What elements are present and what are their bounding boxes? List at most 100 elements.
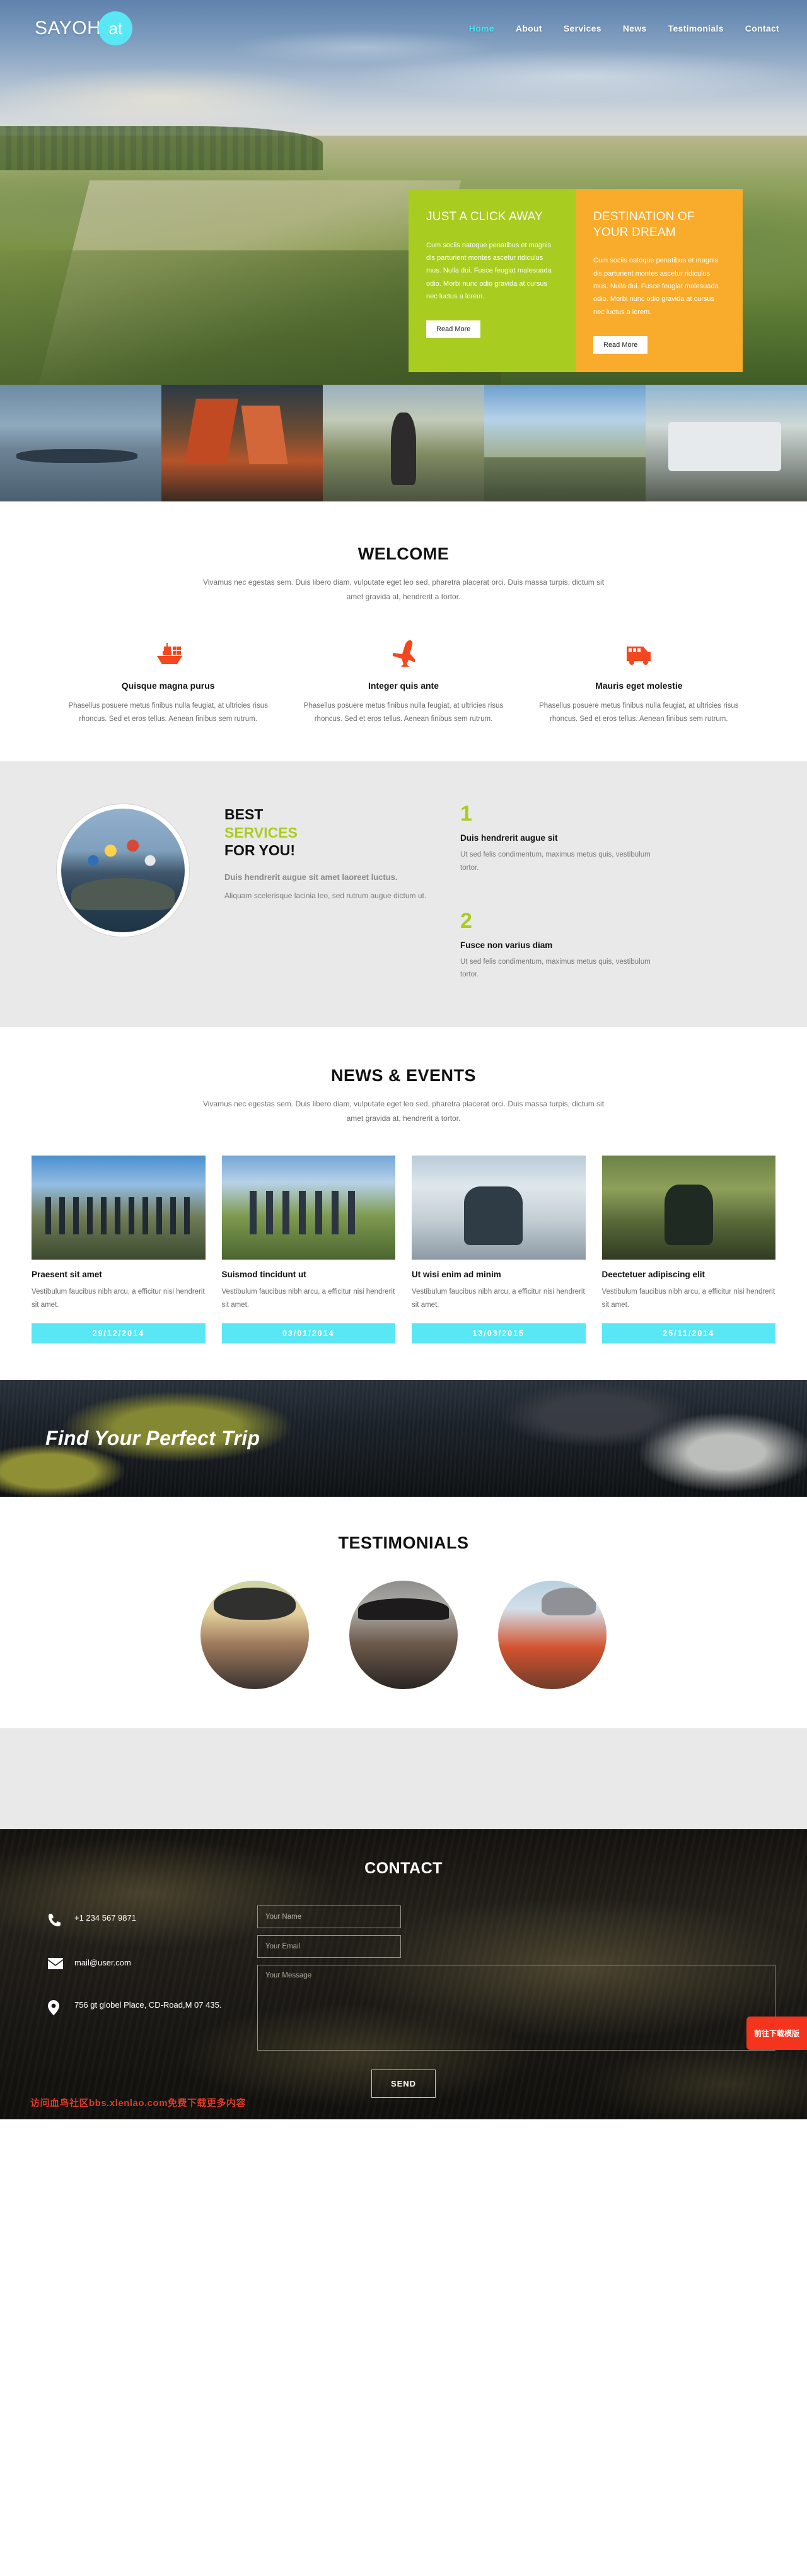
thumbnail-junk-boat[interactable]: [161, 385, 323, 501]
news-card-image: [412, 1155, 586, 1260]
bus-icon: [539, 638, 739, 667]
send-button[interactable]: SEND: [371, 2070, 436, 2099]
services-numbered-list: 1 Duis hendrerit augue sit Ut sed felis …: [460, 800, 668, 981]
feature-title: Mauris eget molestie: [595, 680, 683, 691]
news-card-title: Suismod tincidunt ut: [221, 1269, 306, 1279]
hero-thumbnail-strip: [0, 385, 807, 501]
services-rafting-photo: [57, 804, 189, 937]
services-heading-line2: SERVICES: [224, 824, 298, 841]
news-card[interactable]: Praesent sit amet Vestibulum faucibus ni…: [32, 1155, 206, 1344]
trip-banner-title: Find Your Perfect Trip: [45, 1427, 260, 1450]
contact-info-phone: +1 234 567 9871: [48, 1912, 240, 1930]
news-card-title: Praesent sit amet: [32, 1269, 102, 1279]
news-card-body: Vestibulum faucibus nibh arcu, a efficit…: [601, 1287, 775, 1309]
avatar[interactable]: [200, 1581, 309, 1690]
contact-phone-value: +1 234 567 9871: [74, 1913, 136, 1923]
services-item-number: 2: [460, 908, 472, 933]
news-card-date-badge[interactable]: 13/03/2015: [412, 1323, 586, 1344]
avatar[interactable]: [498, 1581, 607, 1690]
news-card[interactable]: Deectetuer adipiscing elit Vestibulum fa…: [601, 1155, 775, 1344]
hero-section: SAYOH at Home About Services News Testim…: [0, 0, 807, 385]
avatar[interactable]: [349, 1581, 458, 1690]
hero-treeline: [0, 126, 323, 170]
feature-title: Integer quis ante: [368, 680, 439, 691]
promo-card-green: JUST A CLICK AWAY Cum sociis natoque pen…: [409, 189, 576, 372]
services-section: BEST SERVICES FOR YOU! Duis hendrerit au…: [0, 761, 807, 1027]
download-template-badge[interactable]: 前往下载模版: [746, 2017, 807, 2051]
name-field[interactable]: [257, 1906, 401, 1929]
services-item-title: Fusce non varius diam: [460, 940, 553, 950]
news-card-body: Vestibulum faucibus nibh arcu, a efficit…: [32, 1287, 205, 1309]
services-item-body: Ut sed felis condimentum, maximus metus …: [460, 851, 651, 872]
services-body: Aliquam scelerisque lacinia leo, sed rut…: [224, 891, 427, 901]
services-item-number: 1: [460, 802, 472, 826]
services-list-item-1: 1 Duis hendrerit augue sit Ut sed felis …: [460, 803, 668, 874]
thumbnail-rowing-boat[interactable]: [0, 385, 161, 501]
site-watermark: 访问血鸟社区bbs.xlenlao.com免费下载更多内容: [30, 2098, 247, 2109]
testimonials-title: TESTIMONIALS: [338, 1533, 469, 1553]
site-logo[interactable]: SAYOH at: [35, 11, 133, 45]
services-heading: BEST SERVICES FOR YOU!: [224, 805, 460, 860]
message-field[interactable]: [257, 1965, 775, 2051]
welcome-title: WELCOME: [357, 544, 450, 563]
news-card-grid: Praesent sit amet Vestibulum faucibus ni…: [32, 1155, 775, 1344]
feature-card-3: Mauris eget molestie Phasellus posuere m…: [521, 638, 757, 727]
nav-item-services[interactable]: Services: [564, 23, 601, 33]
thumbnail-mountain-road[interactable]: [484, 385, 646, 501]
main-navigation: Home About Services News Testimonials Co…: [469, 23, 779, 33]
contact-title: CONTACT: [364, 1859, 443, 1878]
gray-spacer-block: [0, 1728, 807, 1830]
news-title: NEWS & EVENTS: [330, 1066, 477, 1086]
thumbnail-tour-bus[interactable]: [646, 385, 807, 501]
news-card-image: [221, 1155, 395, 1260]
feature-row: Quisque magna purus Phasellus posuere me…: [50, 638, 757, 727]
nav-item-contact[interactable]: Contact: [745, 23, 779, 33]
site-header: SAYOH at Home About Services News Testim…: [0, 0, 807, 57]
contact-info-list: +1 234 567 9871 mail@user.com 756 gt glo…: [32, 1906, 240, 2051]
nav-item-news[interactable]: News: [623, 23, 647, 33]
contact-form: [240, 1906, 775, 2051]
news-card-date-badge[interactable]: 29/12/2014: [32, 1323, 206, 1344]
nav-item-home[interactable]: Home: [469, 23, 494, 33]
nav-item-about[interactable]: About: [516, 23, 542, 33]
news-card-date-badge[interactable]: 25/11/2014: [601, 1323, 775, 1344]
logo-text: SAYOH: [35, 18, 102, 38]
contact-info-address: 756 gt globel Place, CD-Road,M 07 435.: [48, 1999, 240, 2018]
news-card-body: Vestibulum faucibus nibh arcu, a efficit…: [412, 1287, 585, 1309]
promo-title: JUST A CLICK AWAY: [426, 210, 543, 223]
news-card-image: [32, 1155, 206, 1260]
phone-icon: [48, 1912, 74, 1930]
contact-section: CONTACT +1 234 567 9871 mail@user.com 75…: [0, 1829, 807, 2120]
services-lead: Duis hendrerit augue sit amet laoreet lu…: [224, 872, 398, 882]
promo-body: Cum sociis natoque penatibus et magnis d…: [593, 257, 719, 316]
services-heading-line1: BEST: [224, 806, 264, 823]
promo-body: Cum sociis natoque penatibus et magnis d…: [426, 241, 552, 301]
ship-icon: [68, 638, 268, 667]
feature-card-2: Integer quis ante Phasellus posuere metu…: [286, 638, 521, 727]
services-heading-line3: FOR YOU!: [224, 842, 296, 859]
nav-item-testimonials[interactable]: Testimonials: [668, 23, 724, 33]
promo-card-orange: DESTINATION OF YOUR DREAM Cum sociis nat…: [576, 189, 743, 372]
welcome-subtitle: Vivamus nec egestas sem. Duis libero dia…: [202, 578, 605, 602]
news-card-title: Deectetuer adipiscing elit: [601, 1269, 705, 1279]
testimonial-avatar-row: [0, 1581, 807, 1690]
logo-badge: at: [98, 11, 133, 45]
news-subtitle: Vivamus nec egestas sem. Duis libero dia…: [202, 1099, 605, 1123]
contact-info-email: mail@user.com: [48, 1957, 240, 1972]
news-card[interactable]: Ut wisi enim ad minim Vestibulum faucibu…: [412, 1155, 586, 1344]
thumbnail-woman-walking[interactable]: [323, 385, 484, 501]
news-card-image: [601, 1155, 775, 1260]
mail-icon: [48, 1957, 74, 1972]
email-field[interactable]: [257, 1935, 401, 1958]
read-more-button[interactable]: Read More: [426, 320, 481, 339]
news-card[interactable]: Suismod tincidunt ut Vestibulum faucibus…: [221, 1155, 395, 1344]
welcome-section: WELCOME Vivamus nec egestas sem. Duis li…: [0, 501, 807, 762]
news-card-body: Vestibulum faucibus nibh arcu, a efficit…: [221, 1287, 395, 1309]
services-list-item-2: 2 Fusce non varius diam Ut sed felis con…: [460, 910, 668, 981]
news-card-date-badge[interactable]: 03/01/2014: [221, 1323, 395, 1344]
read-more-button[interactable]: Read More: [593, 336, 648, 354]
contact-address-value: 756 gt globel Place, CD-Road,M 07 435.: [74, 2000, 222, 2010]
news-section: NEWS & EVENTS Vivamus nec egestas sem. D…: [0, 1027, 807, 1381]
services-item-title: Duis hendrerit augue sit: [460, 833, 558, 843]
feature-body: Phasellus posuere metus finibus nulla fe…: [303, 701, 504, 723]
